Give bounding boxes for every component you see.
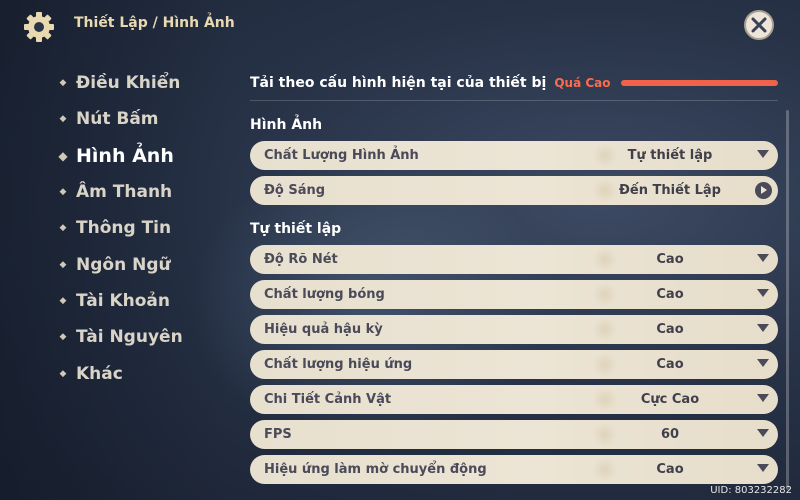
device-preset-label: Tải theo cấu hình hiện tại của thiết bị <box>250 75 547 91</box>
setting-value: Cao <box>656 357 684 372</box>
setting-value: Cao <box>656 287 684 302</box>
setting-label: Hiệu quả hậu kỳ <box>264 322 383 337</box>
sidebar-item-label: Điều Khiển <box>76 73 181 94</box>
chevron-down-icon <box>757 464 769 472</box>
setting-label: FPS <box>264 427 292 442</box>
sidebar: ◆ Điều Khiển ◆ Nút Bấm ◆ Hình Ảnh ◆ Âm Thanh ◆ Th… <box>58 65 238 392</box>
setting-value: Đến Thiết Lập <box>619 183 721 198</box>
sidebar-item[interactable]: ◆ Khác <box>58 355 238 391</box>
setting-row[interactable]: Hiệu quả hậu kỳ Cao <box>250 315 778 344</box>
section-title-custom: Tự thiết lập <box>250 221 342 237</box>
setting-row[interactable]: Chi Tiết Cảnh Vật Cực Cao <box>250 385 778 414</box>
setting-row[interactable]: Độ Rõ Nét Cao <box>250 245 778 274</box>
gear-icon <box>22 10 56 44</box>
setting-label: Độ Sáng <box>264 183 326 198</box>
setting-label: Chi Tiết Cảnh Vật <box>264 392 392 407</box>
arrow-right-icon <box>755 182 772 199</box>
sidebar-item-label: Tài Khoản <box>76 290 170 311</box>
sidebar-item[interactable]: ◆ Thông Tin <box>58 210 238 246</box>
diamond-icon: ◆ <box>59 223 67 234</box>
scrollbar[interactable] <box>786 110 789 490</box>
sidebar-item[interactable]: ◆ Âm Thanh <box>58 174 238 210</box>
diamond-icon: ◆ <box>59 259 67 270</box>
section-title-graphics: Hình Ảnh <box>250 117 323 133</box>
sidebar-item-label: Khác <box>76 363 123 384</box>
setting-row[interactable]: Hiệu ứng làm mờ chuyển động Cao <box>250 455 778 484</box>
setting-value: Cao <box>656 252 684 267</box>
sidebar-item[interactable]: ◆ Tài Nguyên <box>58 319 238 355</box>
setting-label: Hiệu ứng làm mờ chuyển động <box>264 462 487 477</box>
device-level-badge: Quá Cao <box>554 76 611 90</box>
setting-value: Cực Cao <box>640 392 700 407</box>
setting-label: Chất Lượng Hình Ảnh <box>264 148 419 163</box>
setting-label: Độ Rõ Nét <box>264 252 338 267</box>
diamond-icon: ◆ <box>59 368 67 379</box>
setting-value: Cao <box>656 322 684 337</box>
sidebar-item-label: Ngôn Ngữ <box>76 254 171 275</box>
chevron-down-icon <box>757 254 769 262</box>
setting-row[interactable]: Độ Sáng Đến Thiết Lập <box>250 176 778 205</box>
breadcrumb: Thiết Lập / Hình Ảnh <box>74 15 235 31</box>
chevron-down-icon <box>757 324 769 332</box>
device-level-bar <box>620 80 778 86</box>
setting-row[interactable]: FPS 60 <box>250 420 778 449</box>
diamond-icon: ◆ <box>59 187 67 198</box>
sidebar-item[interactable]: ◆ Nút Bấm <box>58 101 238 137</box>
sidebar-item[interactable]: ◆ Hình Ảnh <box>58 138 238 174</box>
chevron-down-icon <box>757 289 769 297</box>
setting-value: 60 <box>660 427 680 442</box>
diamond-icon: ◆ <box>58 148 68 163</box>
setting-label: Chất lượng hiệu ứng <box>264 357 413 372</box>
sidebar-item-label: Thông Tin <box>76 218 172 239</box>
setting-row[interactable]: Chất lượng bóng Cao <box>250 280 778 309</box>
sidebar-item[interactable]: ◆ Tài Khoản <box>58 283 238 319</box>
diamond-icon: ◆ <box>59 114 67 125</box>
diamond-icon: ◆ <box>59 295 67 306</box>
sidebar-item[interactable]: ◆ Ngôn Ngữ <box>58 246 238 282</box>
sidebar-item-label: Âm Thanh <box>76 182 173 203</box>
sidebar-item-label: Tài Nguyên <box>76 327 183 348</box>
chevron-down-icon <box>757 429 769 437</box>
diamond-icon: ◆ <box>59 78 67 89</box>
chevron-down-icon <box>757 359 769 367</box>
close-button[interactable] <box>744 10 774 40</box>
uid-label: UID: 803232282 <box>710 485 792 496</box>
diamond-icon: ◆ <box>59 332 67 343</box>
setting-row[interactable]: Chất lượng hiệu ứng Cao <box>250 350 778 379</box>
sidebar-item-label: Nút Bấm <box>76 109 159 130</box>
setting-value: Tự thiết lập <box>627 148 713 163</box>
setting-value: Cao <box>656 462 684 477</box>
chevron-down-icon <box>757 394 769 402</box>
top-bar: Thiết Lập / Hình Ảnh <box>0 0 800 48</box>
settings-panel: Tải theo cấu hình hiện tại của thiết bị … <box>250 68 778 490</box>
sidebar-item-label: Hình Ảnh <box>76 144 174 167</box>
device-preset: Tải theo cấu hình hiện tại của thiết bị … <box>250 68 778 98</box>
chevron-down-icon <box>757 150 769 158</box>
sidebar-item[interactable]: ◆ Điều Khiển <box>58 65 238 101</box>
setting-label: Chất lượng bóng <box>264 287 385 302</box>
setting-row[interactable]: Chất Lượng Hình Ảnh Tự thiết lập <box>250 141 778 170</box>
